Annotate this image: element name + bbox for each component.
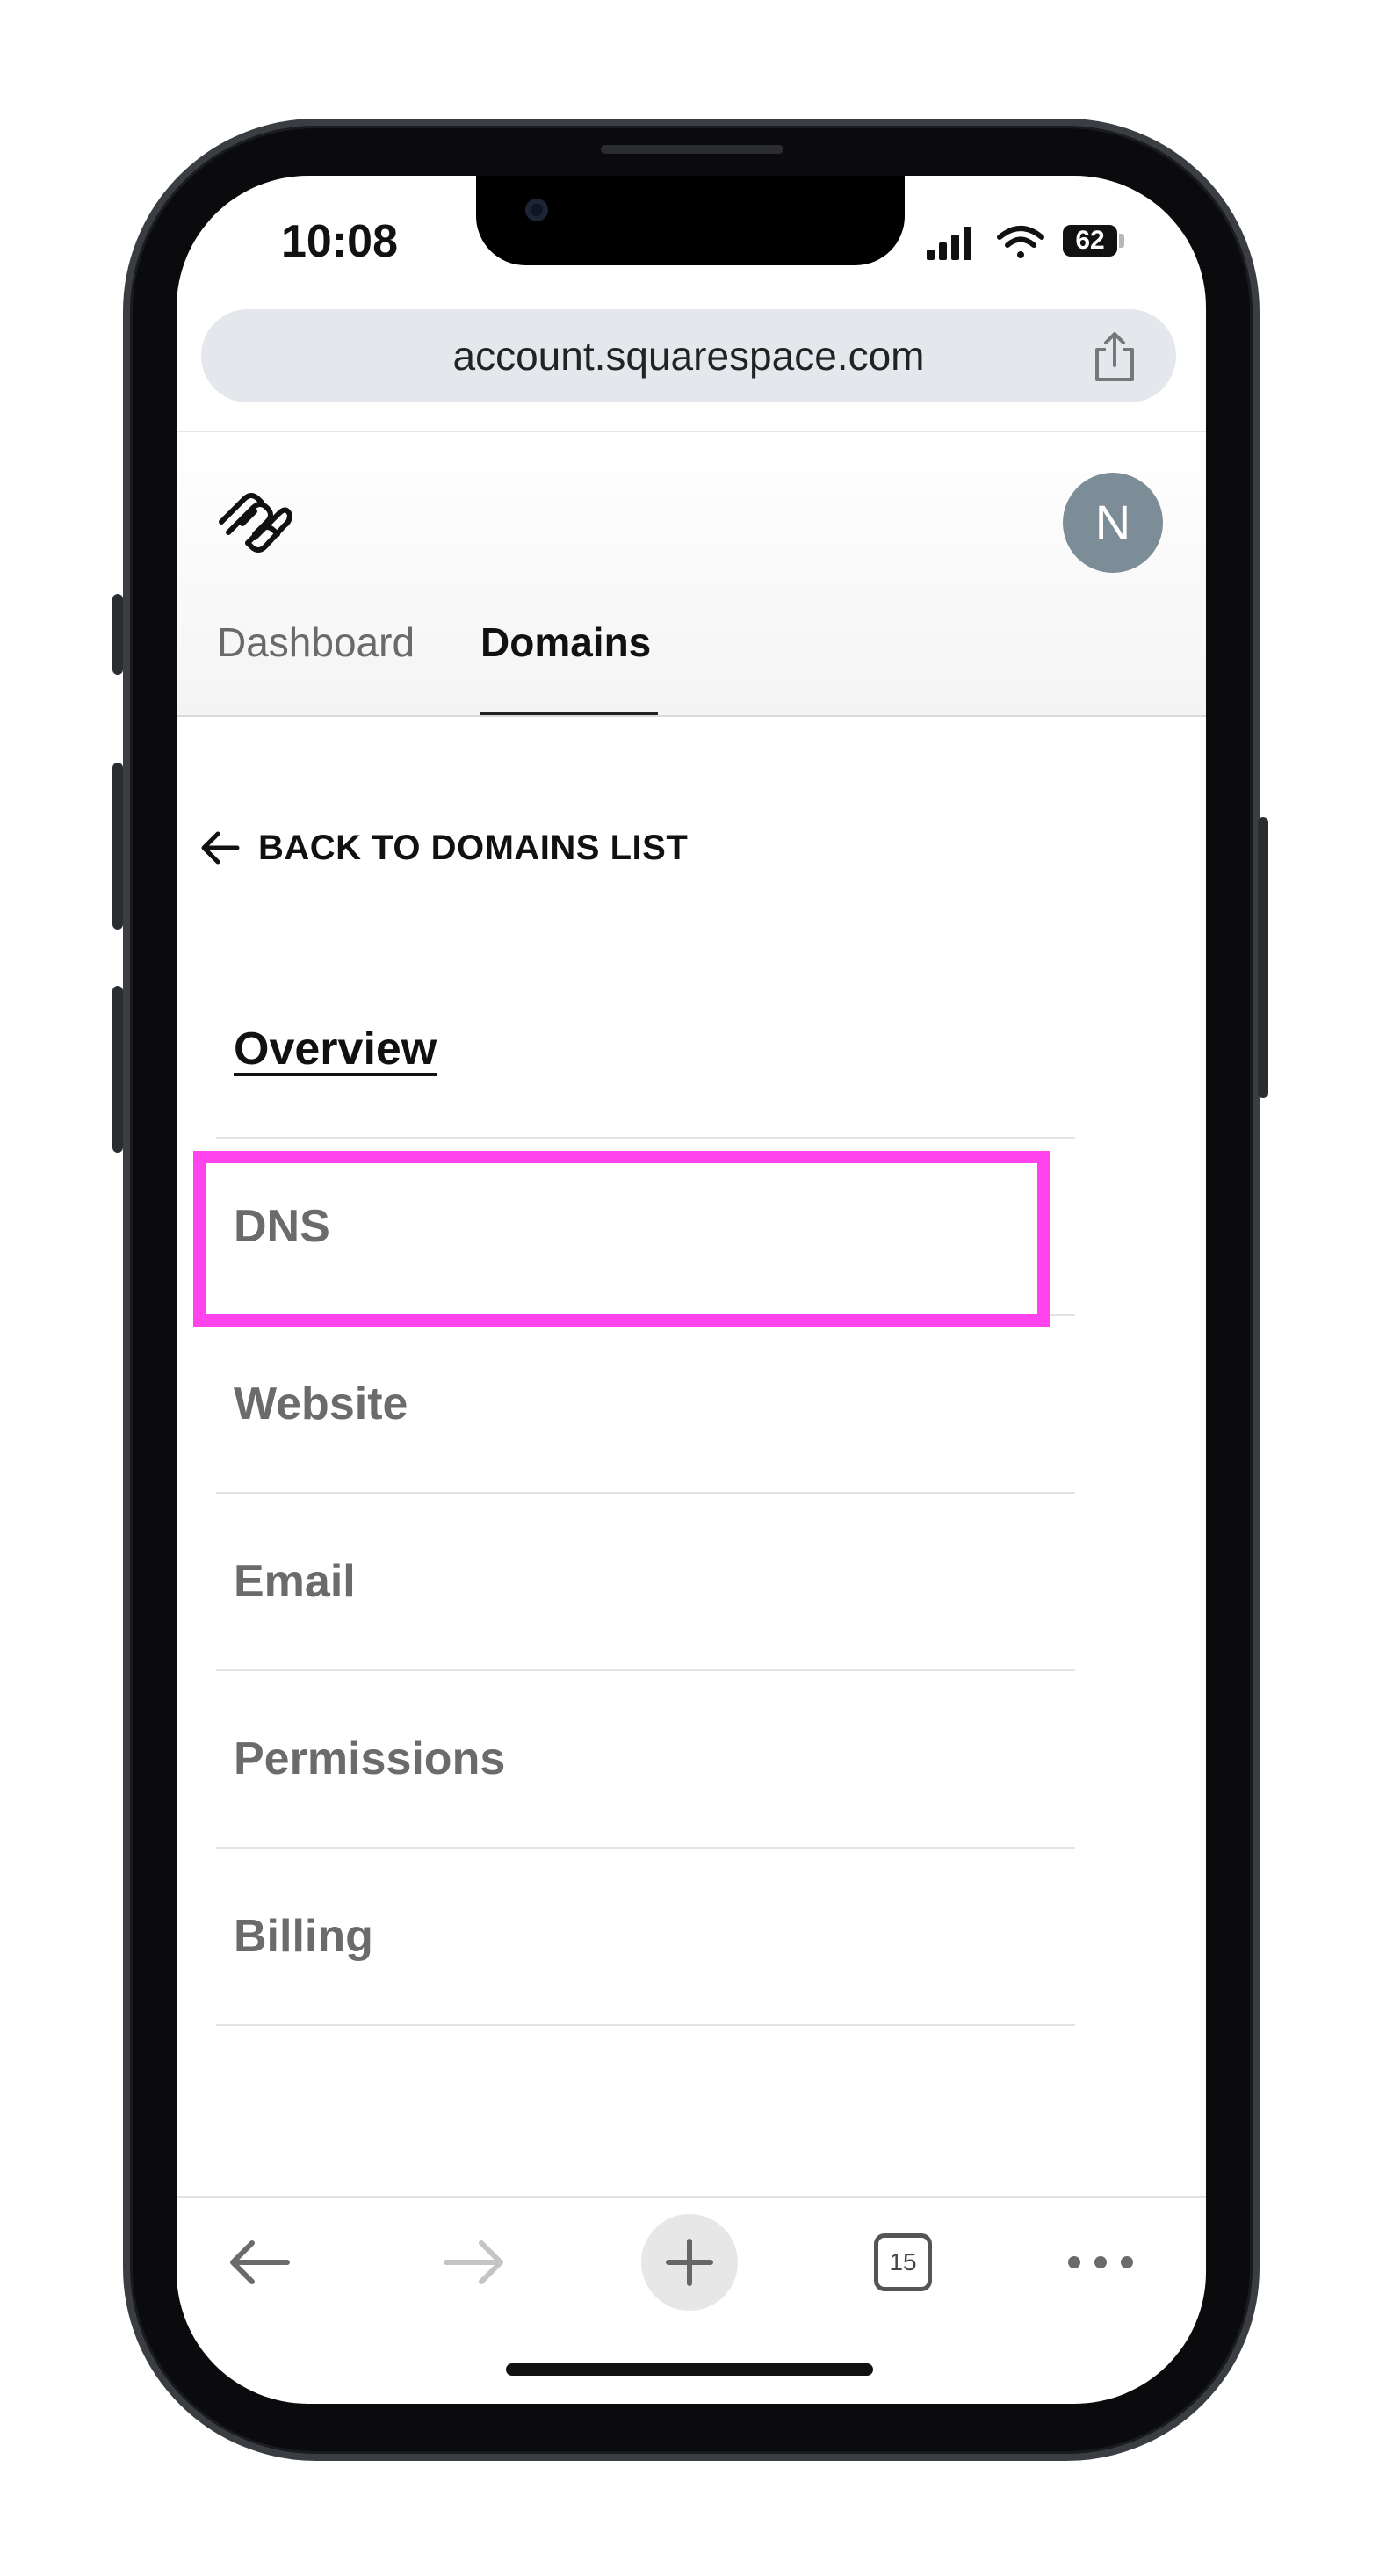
home-indicator[interactable] [506, 2363, 873, 2376]
highlight-box [193, 1151, 1050, 1327]
back-to-domains-link[interactable]: BACK TO DOMAINS LIST [199, 826, 688, 870]
menu-item-label: Permissions [234, 1733, 506, 1784]
menu-divider [216, 2024, 1075, 2026]
forward-arrow-icon [444, 2240, 503, 2284]
earpiece [601, 145, 783, 154]
volume-down-button [112, 986, 123, 1153]
avatar[interactable]: N [1063, 473, 1163, 573]
front-camera [525, 199, 548, 221]
arrow-left-icon [201, 831, 240, 865]
toolbar-divider [177, 2196, 1206, 2198]
menu-item-permissions[interactable]: Permissions [216, 1671, 1075, 1847]
wifi-icon [997, 226, 1044, 258]
squarespace-logo-icon[interactable] [214, 488, 295, 557]
address-bar[interactable]: account.squarespace.com [201, 309, 1176, 402]
tabs-button[interactable]: 15 [855, 2214, 951, 2311]
browser-back-button[interactable] [211, 2214, 307, 2311]
menu-item-website[interactable]: Website [216, 1316, 1075, 1492]
browser-forward-button[interactable] [426, 2214, 523, 2311]
menu-item-email[interactable]: Email [216, 1494, 1075, 1669]
menu-item-overview[interactable]: Overview [216, 961, 1075, 1137]
tab-dashboard[interactable]: Dashboard [217, 619, 415, 666]
share-icon[interactable] [1090, 330, 1139, 383]
volume-up-button [112, 763, 123, 930]
url-text: account.squarespace.com [452, 333, 925, 379]
menu-item-label: Website [234, 1378, 408, 1429]
menu-item-label: Billing [234, 1911, 373, 1962]
more-icon [1068, 2256, 1133, 2268]
battery-icon: 62 [1063, 225, 1117, 257]
back-arrow-icon [230, 2240, 290, 2284]
tab-domains[interactable]: Domains [480, 619, 651, 666]
battery-cap [1119, 234, 1124, 248]
tabs-icon: 15 [874, 2233, 932, 2291]
menu-item-billing[interactable]: Billing [216, 1849, 1075, 2024]
new-tab-button[interactable] [641, 2214, 738, 2311]
power-button [1258, 817, 1268, 1098]
plus-icon [666, 2239, 713, 2286]
more-menu-button[interactable] [1052, 2214, 1149, 2311]
menu-item-label: Email [234, 1556, 356, 1607]
header-bottom-border [177, 715, 1206, 717]
back-link-label: BACK TO DOMAINS LIST [258, 828, 689, 867]
menu-item-label: Overview [234, 1024, 437, 1075]
signal-icon [927, 227, 971, 260]
status-time: 10:08 [281, 216, 398, 267]
site-header [177, 432, 1206, 717]
mute-switch [112, 594, 123, 675]
